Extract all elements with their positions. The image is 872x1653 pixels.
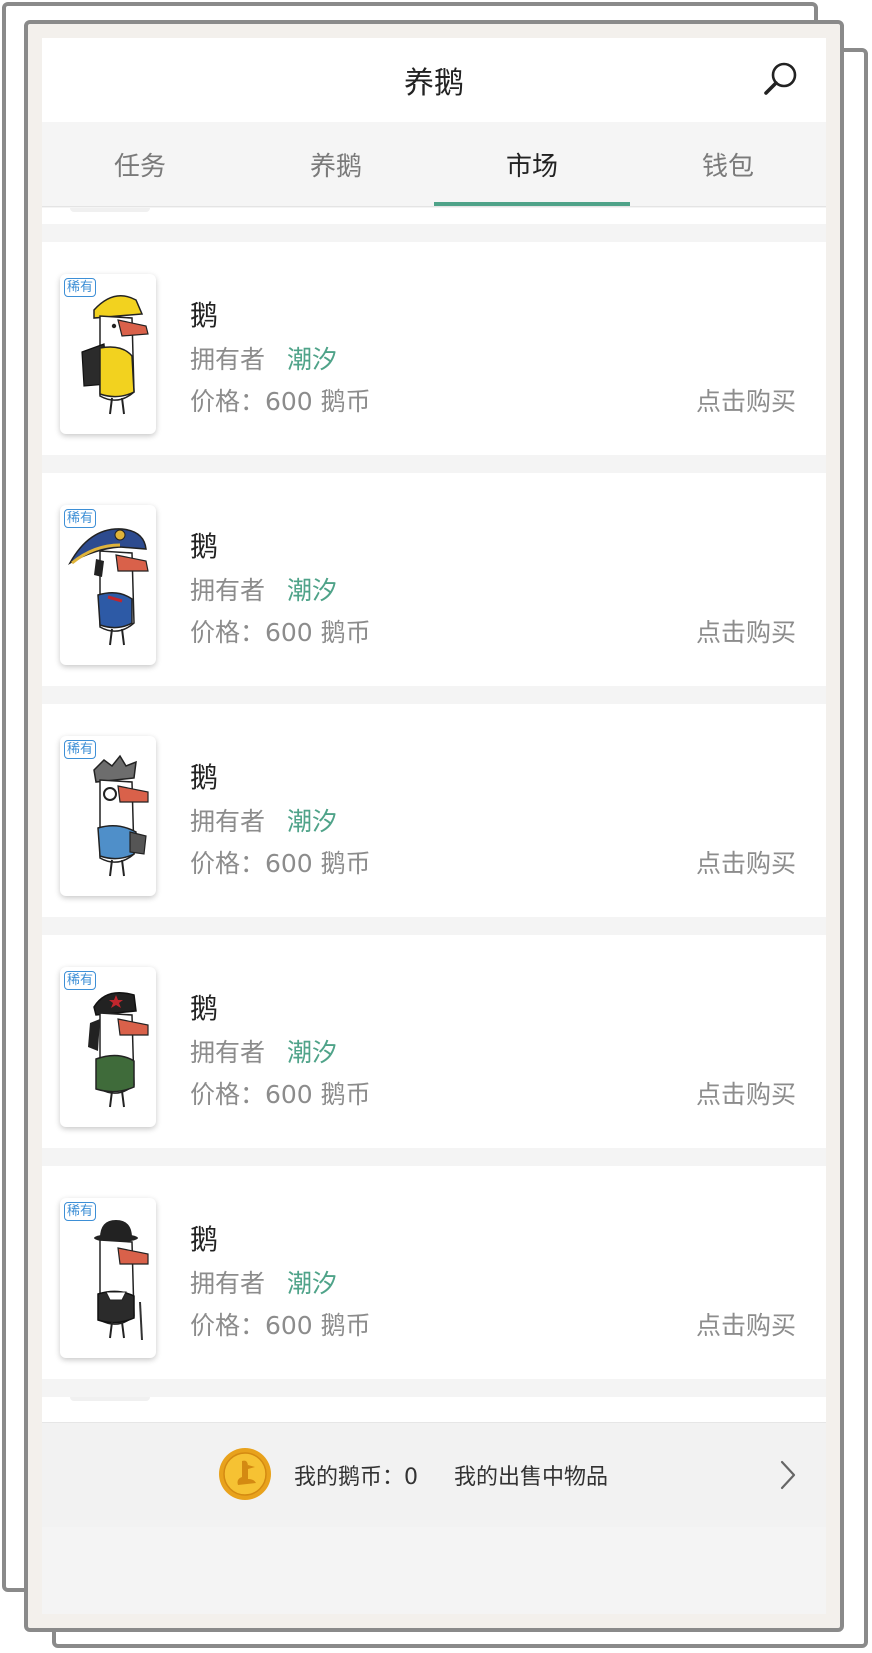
item-name: 鹅 (190, 1223, 219, 1256)
owner-name[interactable]: 潮汐 (287, 807, 337, 836)
list-item-partial (42, 208, 826, 224)
tab-label: 钱包 (701, 151, 754, 182)
my-coins-text: 我的鹅币：0 (294, 1465, 418, 1490)
my-selling-link[interactable]: 我的出售中物品 (454, 1459, 608, 1491)
owner-name[interactable]: 潮汐 (287, 345, 337, 374)
rarity-badge: 稀有 (64, 740, 97, 759)
owner-label: 拥有者 (190, 1269, 266, 1298)
rarity-badge: 稀有 (64, 278, 97, 297)
tab-raise-goose[interactable]: 养鹅 (238, 122, 434, 206)
buy-button[interactable]: 点击购买 (696, 1306, 796, 1342)
rarity-badge: 稀有 (64, 1202, 97, 1221)
buy-button[interactable]: 点击购买 (696, 382, 796, 418)
owner-row: 拥有者 潮汐 (190, 1264, 337, 1300)
list-item[interactable]: 稀有 鹅 拥有者 潮汐 价格：600 鹅币 点击购买 (42, 935, 826, 1148)
goose-yellow-raincoat-icon (81, 295, 149, 415)
chevron-right-icon[interactable] (778, 1459, 798, 1491)
market-list[interactable]: 稀有 鹅 拥有者 潮汐 价格：600 鹅币 点击购买 稀有 鹅 拥有者 潮汐 价… (42, 208, 826, 1430)
price-text: 价格：600 鹅币 (190, 1080, 371, 1109)
goose-bowler-hat-cane-icon (94, 1220, 149, 1341)
app-screen: 养鹅 任务 养鹅 市场 钱包 稀有 鹅 拥有者 潮汐 价格：600 鹅币 点击购… (42, 38, 826, 1614)
list-divider (42, 686, 826, 704)
tab-wallet[interactable]: 钱包 (630, 122, 826, 206)
list-item[interactable]: 稀有 鹅 拥有者 潮汐 价格：600 鹅币 点击购买 (42, 473, 826, 686)
owner-name[interactable]: 潮汐 (287, 576, 337, 605)
list-divider (42, 455, 826, 473)
item-name: 鹅 (190, 299, 219, 332)
rarity-badge: 稀有 (64, 509, 97, 528)
goose-card: 稀有 (60, 736, 156, 896)
list-divider (42, 1148, 826, 1166)
price-text: 价格：600 鹅币 (190, 849, 371, 878)
owner-row: 拥有者 潮汐 (190, 1033, 337, 1069)
price-text: 价格：600 鹅币 (190, 618, 371, 647)
goose-card: 稀有 (60, 1198, 156, 1358)
owner-row: 拥有者 潮汐 (190, 571, 337, 607)
buy-button[interactable]: 点击购买 (696, 613, 796, 649)
list-divider (42, 224, 826, 242)
list-item[interactable]: 稀有 鹅 拥有者 潮汐 价格：600 鹅币 点击购买 (42, 704, 826, 917)
goose-card: 稀有 (60, 274, 156, 434)
owner-name[interactable]: 潮汐 (287, 1269, 337, 1298)
buy-button[interactable]: 点击购买 (696, 844, 796, 880)
item-name: 鹅 (190, 992, 219, 1025)
list-item[interactable]: 稀有 鹅 拥有者 潮汐 价格：600 鹅币 点击购买 (42, 242, 826, 455)
search-icon[interactable] (758, 56, 804, 102)
owner-name[interactable]: 潮汐 (287, 1038, 337, 1067)
tab-label: 养鹅 (309, 151, 362, 182)
item-name: 鹅 (190, 761, 219, 794)
item-name: 鹅 (190, 530, 219, 563)
owner-label: 拥有者 (190, 345, 266, 374)
tab-market[interactable]: 市场 (434, 122, 630, 206)
owner-row: 拥有者 潮汐 (190, 340, 337, 376)
goose-beret-green-jacket-icon (88, 992, 149, 1108)
goose-glasses-laptop-icon (93, 754, 149, 877)
list-divider (42, 917, 826, 935)
price-text: 价格：600 鹅币 (190, 387, 371, 416)
wallet-footer: 我的鹅币：0 我的出售中物品 (42, 1422, 826, 1527)
owner-row: 拥有者 潮汐 (190, 802, 337, 838)
page-title: 养鹅 (404, 66, 464, 101)
phone-frame: 养鹅 任务 养鹅 市场 钱包 稀有 鹅 拥有者 潮汐 价格：600 鹅币 点击购… (24, 20, 844, 1632)
tab-bar: 任务 养鹅 市场 钱包 (42, 122, 826, 207)
price-text: 价格：600 鹅币 (190, 1311, 371, 1340)
rarity-badge: 稀有 (64, 971, 97, 990)
goose-card: 稀有 (60, 505, 156, 665)
goose-coin-icon (219, 1448, 271, 1500)
list-divider (42, 1379, 826, 1397)
goose-admiral-hat-icon (68, 528, 149, 646)
goose-card: 稀有 (60, 967, 156, 1127)
list-item[interactable]: 稀有 鹅 拥有者 潮汐 价格：600 鹅币 点击购买 (42, 1166, 826, 1379)
tab-tasks[interactable]: 任务 (42, 122, 238, 206)
owner-label: 拥有者 (190, 576, 266, 605)
app-header: 养鹅 (42, 38, 826, 122)
owner-label: 拥有者 (190, 807, 266, 836)
buy-button[interactable]: 点击购买 (696, 1075, 796, 1111)
owner-label: 拥有者 (190, 1038, 266, 1067)
tab-label: 任务 (113, 151, 166, 182)
tab-label: 市场 (505, 151, 558, 182)
